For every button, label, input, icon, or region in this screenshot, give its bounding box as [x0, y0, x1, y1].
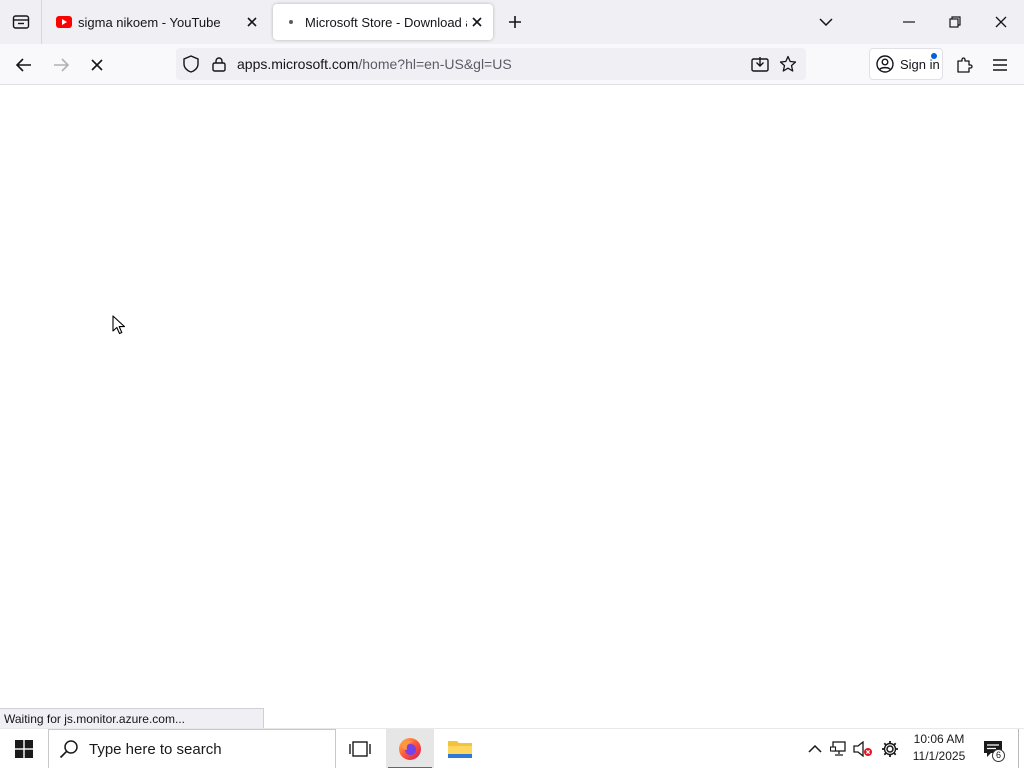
task-view-button[interactable] [336, 729, 384, 768]
clock-time: 10:06 AM [913, 732, 965, 746]
firefox-view-button[interactable] [0, 0, 42, 44]
close-tab-icon[interactable] [467, 12, 487, 32]
status-panel: Waiting for js.monitor.azure.com... [0, 708, 264, 728]
task-view-icon [349, 741, 371, 757]
minimize-button[interactable] [886, 0, 932, 44]
arrow-left-icon [16, 58, 31, 72]
restore-button[interactable] [932, 0, 978, 44]
show-hidden-icons-button[interactable] [804, 729, 826, 768]
loading-dot-icon [283, 14, 299, 30]
tab-youtube[interactable]: sigma nikoem - YouTube [46, 4, 268, 40]
close-window-button[interactable] [978, 0, 1024, 44]
navigation-toolbar: apps.microsoft.com/home?hl=en-US&gl=US S… [0, 44, 1024, 85]
url-path: /home?hl=en-US&gl=US [358, 56, 512, 72]
firefox-view-icon [12, 15, 29, 29]
close-icon [995, 16, 1007, 28]
tracking-protection-shield-icon[interactable] [182, 55, 200, 73]
restore-icon [949, 16, 961, 28]
list-all-tabs-button[interactable] [814, 10, 838, 34]
show-desktop-button[interactable] [1018, 729, 1024, 768]
hamburger-menu-icon [993, 59, 1007, 71]
search-icon [59, 740, 78, 759]
action-center-button[interactable]: 6 [978, 729, 1008, 768]
chevron-down-icon [819, 18, 833, 26]
folder-icon [448, 741, 472, 758]
url-host: apps.microsoft.com [237, 56, 359, 72]
youtube-icon [56, 14, 72, 30]
volume-muted-icon[interactable] [851, 729, 875, 768]
taskbar-file-explorer[interactable] [436, 729, 484, 768]
account-icon [876, 55, 894, 73]
forward-button[interactable] [46, 50, 76, 80]
taskbar-firefox[interactable] [386, 729, 434, 768]
install-app-icon[interactable] [751, 55, 769, 73]
chevron-up-icon [808, 745, 822, 753]
stop-icon [91, 59, 103, 71]
url-bar[interactable]: apps.microsoft.com/home?hl=en-US&gl=US [176, 48, 806, 80]
tab-strip: sigma nikoem - YouTube Microsoft Store -… [0, 0, 1024, 44]
taskbar-clock[interactable]: 10:06 AM 11/1/2025 [906, 731, 972, 765]
arrow-right-icon [54, 58, 69, 72]
page-content [0, 85, 1024, 728]
clock-date: 11/1/2025 [912, 749, 966, 763]
new-tab-button[interactable] [503, 10, 527, 34]
minimize-icon [903, 21, 915, 23]
tab-title: sigma nikoem - YouTube [78, 14, 221, 30]
close-tab-icon[interactable] [242, 12, 262, 32]
settings-gear-icon[interactable] [877, 729, 903, 768]
taskbar-search-box[interactable]: Type here to search [48, 729, 336, 768]
app-menu-button[interactable] [985, 50, 1015, 80]
lock-icon[interactable] [210, 55, 228, 73]
firefox-icon [399, 738, 421, 760]
mouse-pointer-icon [112, 315, 126, 335]
network-icon[interactable] [827, 729, 851, 768]
notification-count-badge: 6 [992, 749, 1005, 762]
plus-icon [509, 16, 521, 28]
taskbar: Type here to search 10:06 AM 11/1/2025 6 [0, 728, 1024, 768]
windows-logo-icon [15, 740, 33, 758]
sign-in-button[interactable]: Sign in [869, 48, 943, 80]
stop-loading-button[interactable] [82, 50, 112, 80]
tab-title: Microsoft Store - Download apps [305, 14, 467, 30]
search-placeholder: Type here to search [89, 740, 222, 758]
bookmark-star-icon[interactable] [779, 55, 797, 73]
url-text[interactable]: apps.microsoft.com/home?hl=en-US&gl=US [237, 56, 512, 72]
notification-dot [931, 53, 937, 59]
extensions-button[interactable] [949, 50, 979, 80]
back-button[interactable] [9, 50, 39, 80]
tab-microsoft-store[interactable]: Microsoft Store - Download apps [273, 4, 493, 40]
start-button[interactable] [0, 729, 48, 768]
puzzle-piece-icon [957, 57, 973, 73]
